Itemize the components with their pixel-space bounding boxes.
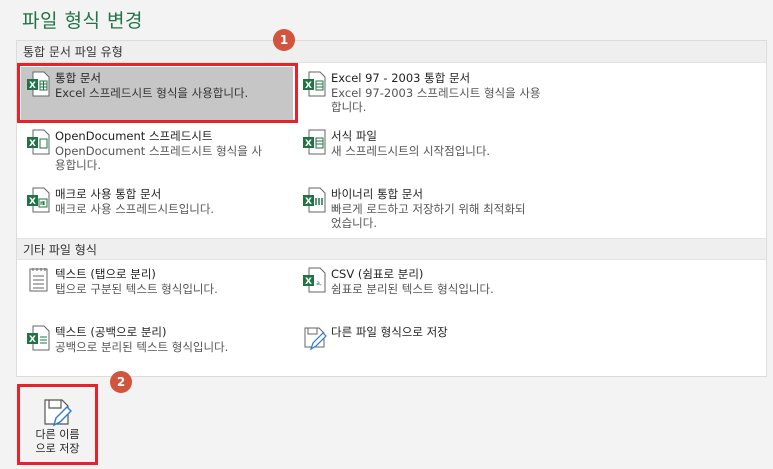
- file-type-name: 텍스트 (공백으로 분리): [55, 325, 167, 339]
- file-type-name: 텍스트 (탭으로 분리): [55, 267, 156, 281]
- file-type-name: Excel 97 - 2003 통합 문서: [331, 71, 471, 85]
- file-type-excel-97-2003[interactable]: X Excel 97 - 2003 통합 문서 Excel 97-2003 스프…: [297, 67, 569, 121]
- file-type-name: 바이너리 통합 문서: [331, 187, 423, 201]
- file-type-text-tab[interactable]: 텍스트 (탭으로 분리) 탭으로 구분된 텍스트 형식입니다.: [21, 263, 293, 317]
- file-type-text-space[interactable]: X 텍스트 (공백으로 분리) 공백으로 분리된 텍스트 형식입니다.: [21, 321, 293, 375]
- file-type-csv[interactable]: a, X CSV (쉼표로 분리) 쉼표로 분리된 텍스트 형식입니다.: [297, 263, 569, 317]
- text-file-icon: [29, 268, 48, 292]
- page-title: 파일 형식 변경: [22, 10, 143, 32]
- step-badge-1: 1: [273, 29, 295, 51]
- file-type-name: 다른 파일 형식으로 저장: [331, 325, 448, 339]
- save-as-label-line2: 으로 저장: [35, 442, 80, 455]
- file-type-desc: 탭으로 구분된 텍스트 형식입니다.: [55, 282, 218, 296]
- file-type-desc: 쉼표로 분리된 텍스트 형식입니다.: [331, 282, 494, 296]
- svg-text:X: X: [29, 139, 36, 149]
- excel-template-icon: X: [303, 129, 326, 155]
- svg-text:X: X: [29, 335, 36, 345]
- save-as-label-line1: 다른 이름: [35, 428, 80, 441]
- svg-text:X: X: [29, 197, 36, 207]
- svg-text:X: X: [305, 277, 312, 287]
- file-type-desc-line1: Excel 97-2003 스프레드시트 형식을 사용: [331, 86, 541, 100]
- svg-text:X: X: [305, 81, 312, 91]
- binary-workbook-icon: X: [303, 187, 326, 213]
- svg-text:X: X: [305, 139, 312, 149]
- file-type-desc: 공백으로 분리된 텍스트 형식입니다.: [55, 340, 229, 354]
- file-type-template[interactable]: X 서식 파일 새 스프레드시트의 시작점입니다.: [297, 125, 569, 179]
- file-type-desc-line2: 었습니다.: [331, 216, 377, 230]
- text-space-file-icon: X: [27, 325, 50, 351]
- step-badge-2: 2: [110, 371, 132, 393]
- save-as-icon: [44, 399, 72, 427]
- save-as-other-format-icon: [304, 327, 327, 351]
- section-header-other-types: 기타 파일 형식: [17, 238, 766, 260]
- save-as-label: 다른 이름 으로 저장: [20, 428, 95, 456]
- macro-workbook-icon: X: [27, 187, 50, 213]
- file-type-binary-workbook[interactable]: X 바이너리 통합 문서 빠르게 로드하고 저장하기 위해 최적화되 었습니다.: [297, 183, 569, 237]
- file-type-other-format[interactable]: 다른 파일 형식으로 저장: [297, 321, 569, 375]
- file-type-desc: 새 스프레드시트의 시작점입니다.: [331, 144, 491, 158]
- svg-text:a,: a,: [316, 280, 322, 287]
- file-type-desc-line1: 빠르게 로드하고 저장하기 위해 최적화되: [331, 202, 526, 216]
- csv-file-icon: a, X: [303, 267, 326, 293]
- save-as-button[interactable]: 다른 이름 으로 저장: [17, 384, 98, 465]
- file-type-name: OpenDocument 스프레드시트: [55, 129, 213, 143]
- highlight-box-1: [17, 63, 298, 123]
- file-type-desc-line1: OpenDocument 스프레드시트 형식을 사: [55, 144, 263, 158]
- opendocument-spreadsheet-icon: X: [27, 129, 50, 155]
- file-type-desc: 매크로 사용 스프레드시트입니다.: [55, 202, 215, 216]
- file-type-name: 매크로 사용 통합 문서: [55, 187, 162, 201]
- section-header-workbook-types: 통합 문서 파일 유형: [17, 41, 766, 63]
- file-type-opendocument[interactable]: X OpenDocument 스프레드시트 OpenDocument 스프레드시…: [21, 125, 293, 179]
- file-type-desc-line2: 합니다.: [331, 100, 367, 114]
- file-type-macro-workbook[interactable]: X 매크로 사용 통합 문서 매크로 사용 스프레드시트입니다.: [21, 183, 293, 237]
- file-type-desc-line2: 용합니다.: [55, 158, 101, 172]
- file-type-name: CSV (쉼표로 분리): [331, 267, 424, 281]
- file-type-name: 서식 파일: [331, 129, 377, 143]
- svg-text:X: X: [305, 197, 312, 207]
- excel-97-2003-icon: X: [303, 71, 326, 97]
